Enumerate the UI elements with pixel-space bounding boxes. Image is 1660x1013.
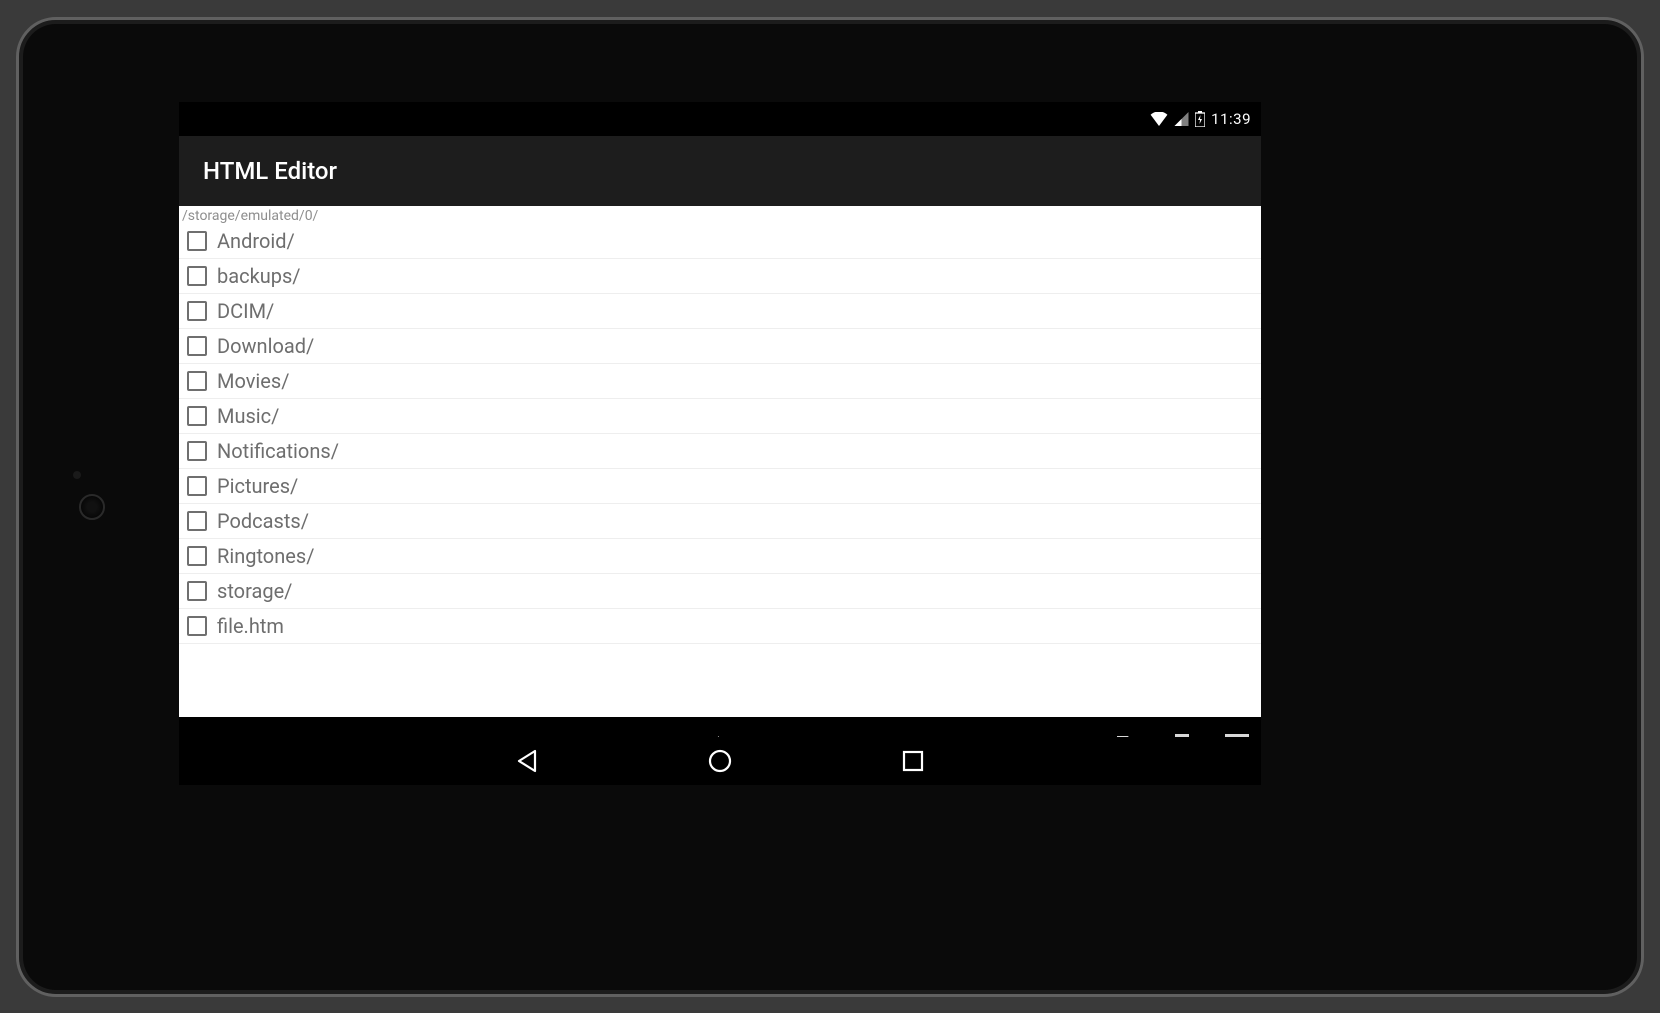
screen: 11:39 HTML Editor /storage/emulated/0/ A… — [179, 102, 1261, 777]
file-name: storage/ — [217, 579, 292, 603]
file-name: file.htm — [217, 614, 284, 638]
file-name: Music/ — [217, 404, 279, 428]
file-name: Ringtones/ — [217, 544, 314, 568]
checkbox[interactable] — [187, 371, 207, 391]
file-name: Pictures/ — [217, 474, 298, 498]
camera-sensor — [73, 471, 81, 479]
list-item[interactable]: Android/ — [179, 224, 1261, 259]
nav-home-icon[interactable] — [708, 749, 732, 773]
list-item[interactable]: Pictures/ — [179, 469, 1261, 504]
cell-signal-icon — [1174, 112, 1189, 126]
checkbox[interactable] — [187, 616, 207, 636]
navigation-bar — [179, 737, 1261, 785]
status-bar: 11:39 — [179, 102, 1261, 136]
file-name: Podcasts/ — [217, 509, 309, 533]
current-path: /storage/emulated/0/ — [179, 206, 1261, 224]
checkbox[interactable] — [187, 441, 207, 461]
file-name: Movies/ — [217, 369, 289, 393]
camera — [79, 494, 105, 520]
checkbox[interactable] — [187, 476, 207, 496]
app-title: HTML Editor — [203, 157, 337, 185]
nav-back-icon[interactable] — [516, 749, 538, 773]
list-item[interactable]: Movies/ — [179, 364, 1261, 399]
file-name: DCIM/ — [217, 299, 274, 323]
list-item[interactable]: Notifications/ — [179, 434, 1261, 469]
list-item[interactable]: backups/ — [179, 259, 1261, 294]
checkbox[interactable] — [187, 231, 207, 251]
checkbox[interactable] — [187, 301, 207, 321]
checkbox[interactable] — [187, 336, 207, 356]
checkbox[interactable] — [187, 546, 207, 566]
list-item[interactable]: DCIM/ — [179, 294, 1261, 329]
tablet-frame: 11:39 HTML Editor /storage/emulated/0/ A… — [16, 17, 1644, 997]
file-list: Android/ backups/ DCIM/ Download/ Movies… — [179, 224, 1261, 644]
battery-charging-icon — [1195, 111, 1205, 127]
checkbox[interactable] — [187, 266, 207, 286]
file-name: Download/ — [217, 334, 314, 358]
list-item[interactable]: Ringtones/ — [179, 539, 1261, 574]
checkbox[interactable] — [187, 511, 207, 531]
file-name: Notifications/ — [217, 439, 339, 463]
file-browser: /storage/emulated/0/ Android/ backups/ D… — [179, 206, 1261, 717]
app-bar: HTML Editor — [179, 136, 1261, 206]
nav-recents-icon[interactable] — [902, 750, 924, 772]
list-item[interactable]: Download/ — [179, 329, 1261, 364]
list-item[interactable]: file.htm — [179, 609, 1261, 644]
file-name: backups/ — [217, 264, 301, 288]
list-item[interactable]: Music/ — [179, 399, 1261, 434]
wifi-icon — [1150, 112, 1168, 126]
checkbox[interactable] — [187, 406, 207, 426]
file-name: Android/ — [217, 229, 295, 253]
list-item[interactable]: Podcasts/ — [179, 504, 1261, 539]
status-time: 11:39 — [1211, 110, 1251, 128]
checkbox[interactable] — [187, 581, 207, 601]
list-item[interactable]: storage/ — [179, 574, 1261, 609]
